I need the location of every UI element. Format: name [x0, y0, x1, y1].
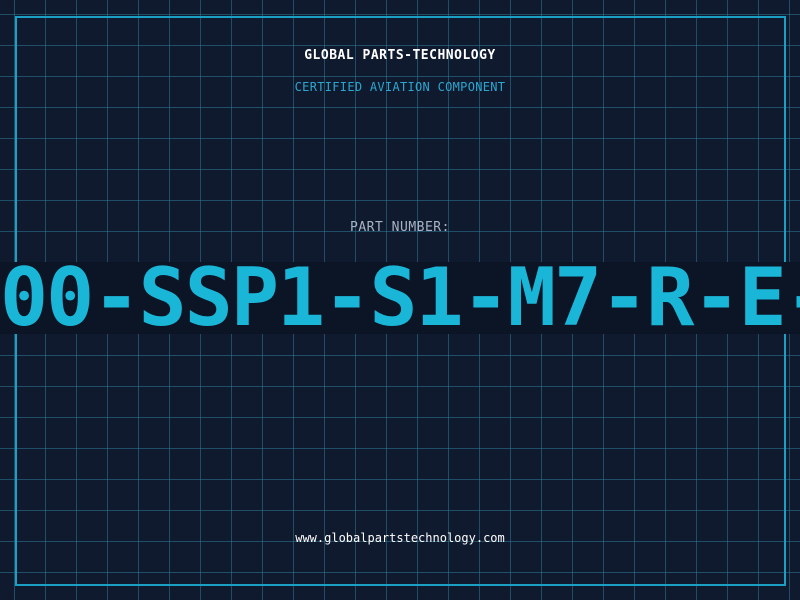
part-number-label: PART NUMBER: [350, 220, 450, 235]
part-number-band: 00-SSP1-S1-M7-R-E- [0, 262, 800, 334]
company-name: GLOBAL PARTS-TECHNOLOGY [304, 48, 496, 63]
website-url[interactable]: www.globalpartstechnology.com [0, 531, 800, 545]
part-number-value: 00-SSP1-S1-M7-R-E- [0, 262, 800, 334]
certification-subtitle: CERTIFIED AVIATION COMPONENT [294, 80, 506, 94]
